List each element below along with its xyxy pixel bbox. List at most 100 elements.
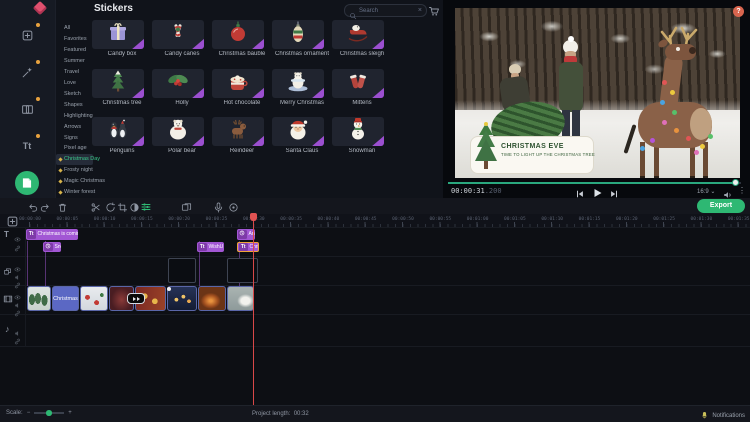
category-item-frosty-night[interactable]: Frosty night: [56, 165, 93, 176]
rail-titles-button[interactable]: Tt: [16, 135, 38, 157]
title-clip-christmas-is-comin[interactable]: TtChristmas is comin: [26, 229, 78, 240]
category-label: Sketch: [64, 91, 81, 97]
timeline-toolbar: [0, 198, 750, 215]
help-button[interactable]: ?: [733, 6, 744, 17]
category-item-signs[interactable]: Signs: [56, 133, 93, 144]
search-input[interactable]: Search: [359, 8, 418, 14]
video-clip-trees[interactable]: [27, 286, 51, 311]
category-item-travel[interactable]: Travel: [56, 67, 93, 78]
ruler-label: 00:00:45: [355, 217, 377, 222]
caption-sticker[interactable]: CHRISTMAS EVE TIME TO LIGHT UP THE CHRIS…: [470, 136, 594, 174]
playhead-line[interactable]: [253, 221, 254, 405]
category-item-summer[interactable]: Summer: [56, 56, 93, 67]
toolbar-record-audio-button[interactable]: [213, 200, 225, 212]
toolbar-capture-button[interactable]: [228, 200, 240, 212]
sticker-card-candy-box[interactable]: [92, 20, 144, 49]
toolbar-crop-button[interactable]: [117, 200, 129, 212]
export-button[interactable]: Export: [697, 199, 745, 213]
clock-icon: [238, 230, 247, 239]
scale-slider-knob[interactable]: [46, 410, 52, 416]
sticker-card-snowman[interactable]: [332, 117, 384, 146]
caption-line1: CHRISTMAS EVE: [501, 143, 589, 150]
sticker-card-reindeer[interactable]: [212, 117, 264, 146]
category-item-favorites[interactable]: Favorites: [56, 34, 93, 45]
category-item-pixel-age[interactable]: Pixel age: [56, 143, 93, 154]
reindeer-sticker-overlay[interactable]: [610, 38, 740, 178]
overlay-clip[interactable]: [168, 258, 196, 283]
category-item-love[interactable]: Love: [56, 78, 93, 89]
toolbar-redo-button[interactable]: [39, 200, 51, 212]
title-clip-sno[interactable]: Sno: [43, 242, 61, 253]
christmas-sleigh-icon: [345, 20, 371, 49]
timeline-ruler[interactable]: 00:00:0000:00:0500:00:1000:00:1500:00:20…: [0, 214, 750, 227]
sticker-card-hot-chocolate[interactable]: [212, 69, 264, 98]
audio-track-link-icon[interactable]: [14, 332, 21, 339]
sticker-card-christmas-tree[interactable]: [92, 69, 144, 98]
playhead-handle[interactable]: [250, 213, 257, 221]
category-item-arrows[interactable]: Arrows: [56, 122, 93, 133]
notifications-button[interactable]: Notifications: [700, 410, 745, 421]
video-frame[interactable]: CHRISTMAS EVE TIME TO LIGHT UP THE CHRIS…: [455, 8, 740, 178]
category-item-magic-christmas[interactable]: Magic Christmas: [56, 176, 93, 187]
rail-import-media-button[interactable]: [16, 24, 38, 46]
christmas-bauble-icon: [225, 20, 251, 49]
store-cart-icon[interactable]: [428, 4, 440, 16]
sticker-card-polar-bear[interactable]: [152, 117, 204, 146]
title-track-visibility-icon[interactable]: [14, 230, 21, 237]
rail-filters-button[interactable]: [16, 61, 38, 83]
toolbar-clip-properties-button[interactable]: [140, 200, 152, 212]
zoom-in-icon[interactable]: +: [68, 410, 72, 416]
rail-transitions-button[interactable]: [16, 98, 38, 120]
toolbar-delete-button[interactable]: [57, 200, 69, 212]
zoom-out-icon[interactable]: −: [27, 410, 31, 416]
sticker-card-penguins[interactable]: [92, 117, 144, 146]
sticker-card-merry-christmas[interactable]: [272, 69, 324, 98]
sticker-card-candy-canes[interactable]: [152, 20, 204, 49]
clear-search-icon[interactable]: ×: [418, 7, 422, 14]
sticker-card-mittens[interactable]: [332, 69, 384, 98]
video-clip-fireplace[interactable]: [198, 286, 226, 311]
video-clip-city[interactable]: [167, 286, 197, 311]
audio-track-volume-icon[interactable]: [14, 324, 21, 331]
title-track-link-icon[interactable]: [14, 239, 21, 246]
rail-stickers-button[interactable]: [15, 171, 39, 195]
aspect-ratio-select[interactable]: 16:9 ⌄: [697, 188, 715, 195]
toolbar-split-button[interactable]: [90, 200, 102, 212]
title-clip-chris[interactable]: TtChris: [237, 242, 259, 253]
premium-gem-icon[interactable]: [33, 1, 47, 15]
category-item-winter-forest[interactable]: Winter forest: [56, 187, 93, 198]
toolbar-rotate-button[interactable]: [105, 200, 117, 212]
premium-corner-badge: [251, 38, 264, 49]
sticker-card-christmas-bauble[interactable]: [212, 20, 264, 49]
category-item-featured[interactable]: Featured: [56, 45, 93, 56]
category-item-christmas-day[interactable]: Christmas Day: [56, 154, 93, 165]
transition-badge[interactable]: [127, 293, 145, 304]
overlay-track-volume-icon[interactable]: [14, 268, 21, 275]
premium-corner-badge: [311, 87, 324, 98]
search-box[interactable]: Search ×: [344, 4, 427, 17]
category-item-highlighting[interactable]: Highlighting: [56, 111, 93, 122]
sticker-card-santa-claus[interactable]: [272, 117, 324, 146]
video-clip-christmas[interactable]: Christmas: [52, 286, 79, 311]
overlay-track-visibility-icon[interactable]: [14, 260, 21, 267]
sticker-card-christmas-sleigh[interactable]: [332, 20, 384, 49]
sticker-card-christmas-ornament[interactable]: [272, 20, 324, 49]
title-clip-wishu[interactable]: TtWishU: [197, 242, 224, 253]
video-clip-cards[interactable]: [80, 286, 108, 311]
category-item-shapes[interactable]: Shapes: [56, 100, 93, 111]
scale-slider[interactable]: [34, 412, 64, 414]
category-item-sketch[interactable]: Sketch: [56, 89, 93, 100]
preview-menu-icon[interactable]: ⋮: [738, 186, 746, 195]
video-track-link-icon[interactable]: [14, 304, 21, 311]
overlay-track-link-icon[interactable]: [14, 276, 21, 283]
sticker-card-holly[interactable]: [152, 69, 204, 98]
category-item-all[interactable]: All: [56, 23, 93, 34]
video-track-visibility-icon[interactable]: [14, 288, 21, 295]
sticker-label: Santa Claus: [272, 148, 332, 154]
video-track-volume-icon[interactable]: [14, 296, 21, 303]
video-clip-snowy[interactable]: [227, 286, 254, 311]
polar-bear-icon: [165, 117, 191, 146]
seek-knob[interactable]: [732, 179, 739, 186]
seek-bar[interactable]: [448, 182, 741, 184]
toolbar-transition-wizard-button[interactable]: [181, 200, 193, 212]
